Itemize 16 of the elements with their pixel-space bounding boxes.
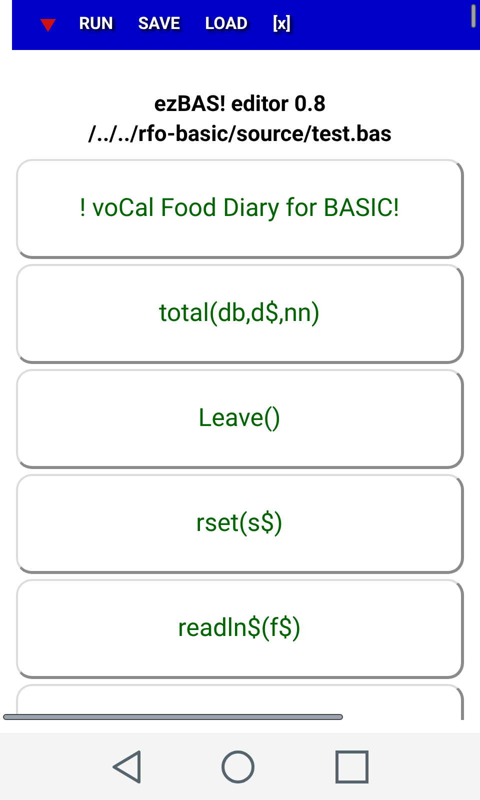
horizontal-scrollbar-icon — [3, 714, 343, 720]
scrollbar-thumb-icon — [471, 4, 476, 28]
code-line-button[interactable]: rset(s$) — [16, 474, 464, 574]
file-path: /../../rfo-basic/source/test.bas — [88, 121, 392, 149]
toolbar-button[interactable]: LOAD — [205, 12, 248, 38]
editor-title: ezBAS! editor 0.8 — [154, 91, 326, 119]
toolbar-button[interactable]: [x] — [272, 12, 291, 38]
code-line-button[interactable]: ! voCal Food Diary for BASIC! — [16, 159, 464, 259]
back-icon[interactable] — [111, 750, 141, 784]
code-line-button[interactable]: readln$(f$) — [16, 579, 464, 679]
home-icon[interactable] — [221, 750, 255, 784]
code-line-button[interactable]: Leave() — [16, 369, 464, 469]
toolbar-button[interactable]: SAVE — [138, 12, 180, 38]
recents-icon[interactable] — [335, 750, 369, 784]
toolbar-button[interactable]: RUN — [79, 12, 114, 38]
code-line-button[interactable]: total(db,d$,nn) — [16, 264, 464, 364]
